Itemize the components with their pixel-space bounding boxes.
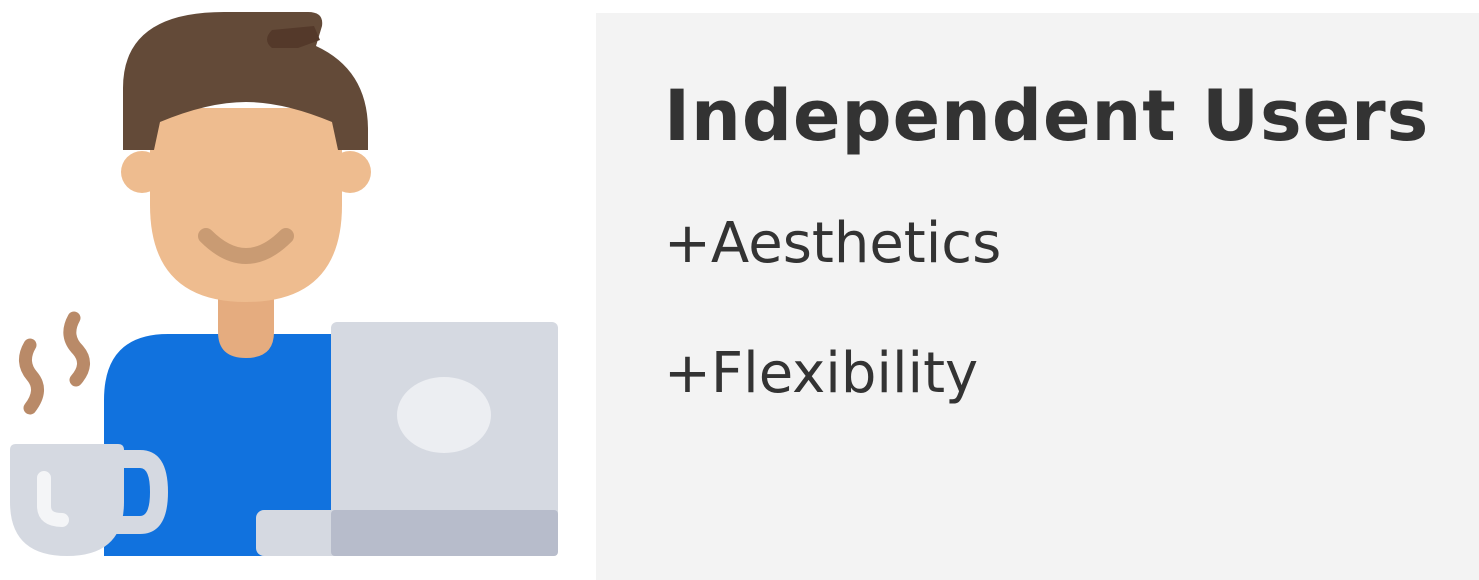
steam-left-icon <box>19 338 44 415</box>
independent-user-illustration-icon <box>10 12 558 556</box>
user-type-panel: Independent Users +Aesthetics +Flexibili… <box>0 0 1479 580</box>
mug-body-icon <box>10 444 124 556</box>
laptop-logo-icon <box>397 377 491 453</box>
steam-right-icon <box>63 311 90 387</box>
feature-flexibility: +Flexibility <box>664 341 979 406</box>
card-title: Independent Users <box>664 75 1430 157</box>
face-icon <box>150 108 342 302</box>
laptop-base-shade-icon <box>331 510 558 556</box>
user-type-card: Independent Users +Aesthetics +Flexibili… <box>596 13 1479 580</box>
feature-aesthetics: +Aesthetics <box>664 211 1002 276</box>
